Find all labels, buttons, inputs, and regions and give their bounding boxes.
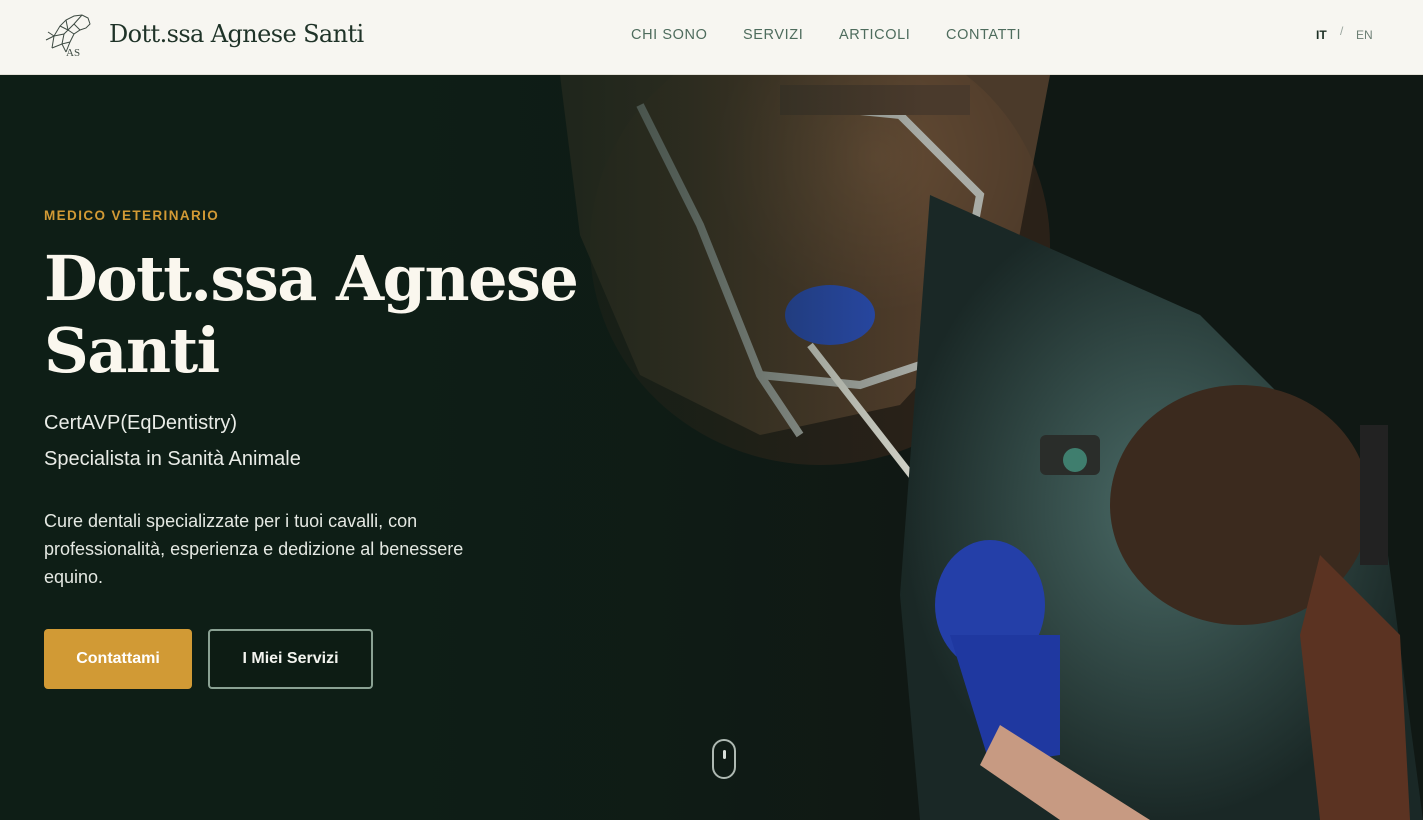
site-header: AS Dott.ssa Agnese Santi CHI SONO SERVIZ… [0, 0, 1423, 75]
hero-eyebrow: MEDICO VETERINARIO [44, 208, 220, 223]
nav-link-articoli[interactable]: ARTICOLI [839, 27, 910, 43]
contact-button[interactable]: Contattami [44, 629, 192, 689]
services-button[interactable]: I Miei Servizi [208, 629, 373, 689]
lang-switch-it[interactable]: IT [1316, 28, 1327, 42]
hero-credential-certification: CertAVP(EqDentistry) [44, 412, 238, 434]
nav-link-chi-sono[interactable]: CHI SONO [631, 27, 708, 43]
nav-link-servizi[interactable]: SERVIZI [743, 27, 803, 43]
hero-description: Cure dentali specializzate per i tuoi ca… [44, 511, 464, 587]
hero-title: Dott.ssa Agnese Santi [44, 242, 579, 387]
mouse-scroll-icon[interactable] [712, 739, 736, 779]
logo-monogram: AS [66, 47, 80, 58]
hero-section: MEDICO VETERINARIO Dott.ssa Agnese Santi… [0, 75, 1423, 820]
hero-credential-specialty: Specialista in Sanità Animale [44, 448, 301, 470]
nav-link-contatti[interactable]: CONTATTI [946, 27, 1021, 43]
lang-switch-en[interactable]: EN [1356, 28, 1373, 42]
lang-separator: / [1340, 24, 1344, 38]
brand-name[interactable]: Dott.ssa Agnese Santi [109, 20, 364, 48]
horse-logo-icon[interactable]: AS [44, 12, 94, 58]
